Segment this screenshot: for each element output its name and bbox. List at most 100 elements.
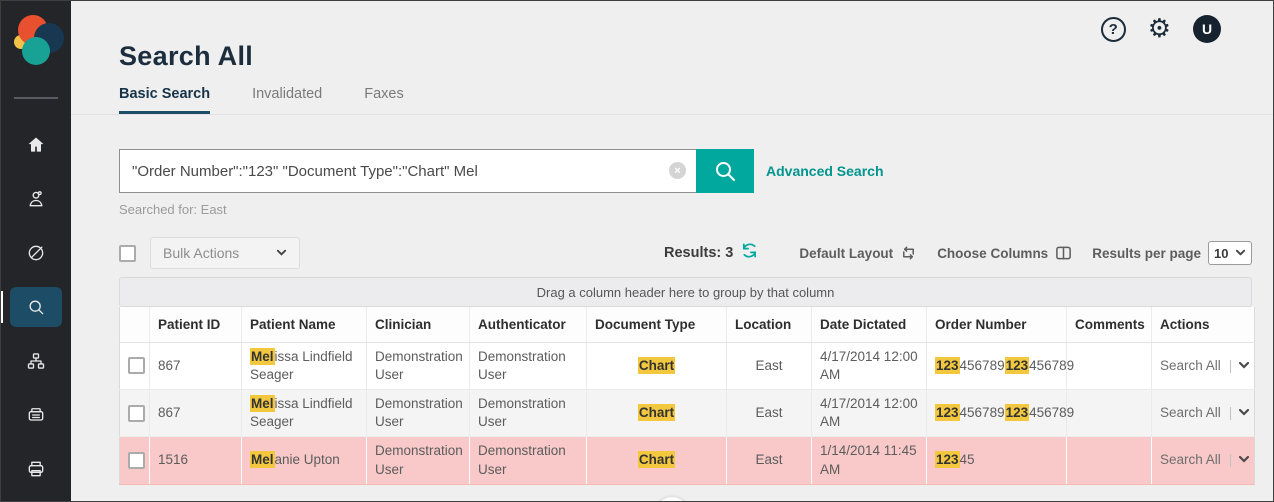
search-row: × Advanced Search [119,149,1252,193]
choose-columns-button[interactable]: Choose Columns [937,245,1072,261]
chevron-down-icon [276,245,287,261]
row-search-all-action[interactable]: Search All [1160,358,1221,373]
sitemap-icon [26,351,46,371]
choose-columns-label: Choose Columns [937,246,1048,261]
searched-for-text: Searched for: East [119,202,1252,217]
tabs: Basic Search Invalidated Faxes [119,86,1273,114]
authenticator-cell: Demonstration User [470,342,587,389]
default-layout-label: Default Layout [799,246,893,261]
actions-divider: | [1229,452,1233,467]
content: × Advanced Search Searched for: East Bul… [71,149,1273,502]
row-checkbox[interactable] [128,405,145,422]
location-cell: East [727,437,812,484]
search-button[interactable] [696,149,754,193]
order-number-cell: 123456789123456789 [927,389,1067,436]
patient-name-cell: Melanie Upton [242,437,367,484]
column-header-order-number[interactable]: Order Number [927,307,1067,342]
column-header-comments[interactable]: Comments [1067,307,1152,342]
sidebar-item-print[interactable] [10,449,62,489]
app-window: ? ⚙ U Search All Basic Search Invalidate… [0,0,1274,502]
table-footer: 1 i legend [119,497,1252,502]
columns-icon [1055,245,1072,261]
table-row: 867Melissa Lindfield SeagerDemonstration… [120,389,1255,436]
date-dictated-cell: 4/17/2014 12:00 AM [812,342,927,389]
default-layout-button[interactable]: Default Layout [799,245,917,261]
row-search-all-action[interactable]: Search All [1160,452,1221,467]
results-count: Results: 3 [664,245,733,261]
row-checkbox[interactable] [128,452,145,469]
refresh-icon[interactable] [741,242,758,264]
logo-circle-teal [22,37,50,65]
results-per-page: Results per page 10 [1092,241,1252,265]
column-header-location[interactable]: Location [727,307,812,342]
column-header-actions[interactable]: Actions [1152,307,1255,342]
home-icon [26,135,46,155]
search-input[interactable] [119,149,696,193]
table-row: 867Melissa Lindfield SeagerDemonstration… [120,342,1255,389]
advanced-search-link[interactable]: Advanced Search [766,163,884,179]
authenticator-cell: Demonstration User [470,437,587,484]
location-cell: East [727,342,812,389]
authenticator-cell: Demonstration User [470,389,587,436]
chevron-down-icon[interactable] [1238,406,1250,418]
clinician-cell: Demonstration User [367,389,470,436]
results-per-page-select[interactable]: 10 [1208,241,1252,265]
column-header-authenticator[interactable]: Authenticator [470,307,587,342]
row-checkbox-cell [120,389,150,436]
search-input-wrap: × [119,149,696,193]
bulk-actions-label: Bulk Actions [163,245,239,261]
sidebar-item-fax[interactable] [10,395,62,435]
sidebar-item-sitemap[interactable] [10,341,62,381]
date-dictated-cell: 4/17/2014 12:00 AM [812,389,927,436]
column-header-clinician[interactable]: Clinician [367,307,470,342]
sidebar-nav [1,125,71,502]
document-type-cell: Chart [587,437,727,484]
app-logo [13,13,65,73]
search-icon [26,297,46,317]
sidebar-item-search[interactable] [10,287,62,327]
group-by-dropzone[interactable]: Drag a column header here to group by th… [119,277,1252,307]
tab-basic-search[interactable]: Basic Search [119,86,210,114]
row-checkbox[interactable] [128,357,145,374]
sidebar-item-clinicians[interactable] [10,179,62,219]
printer-icon [26,459,46,479]
clinician-cell: Demonstration User [367,437,470,484]
order-number-cell: 12345 [927,437,1067,484]
document-type-cell: Chart [587,342,727,389]
chevron-down-icon [1235,246,1246,261]
actions-divider: | [1229,405,1233,420]
clear-icon[interactable]: × [669,162,686,179]
sidebar-item-dashboard[interactable] [10,233,62,273]
layout-reset-icon [900,245,917,261]
column-header-patient-name[interactable]: Patient Name [242,307,367,342]
gear-icon[interactable]: ⚙ [1148,16,1171,42]
column-header-document-type[interactable]: Document Type [587,307,727,342]
comments-cell [1067,342,1152,389]
comments-cell [1067,437,1152,484]
results-per-page-value: 10 [1214,246,1228,261]
chevron-down-icon[interactable] [1238,359,1250,371]
main: Search All Basic Search Invalidated Faxe… [71,1,1273,501]
table-row: 1516Melanie UptonDemonstration UserDemon… [120,437,1255,484]
tab-faxes[interactable]: Faxes [364,86,404,114]
chevron-down-icon[interactable] [1238,453,1250,465]
bulk-actions-select[interactable]: Bulk Actions [150,237,300,269]
patient-id-cell: 1516 [150,437,242,484]
row-search-all-action[interactable]: Search All [1160,405,1221,420]
clinician-cell: Demonstration User [367,342,470,389]
user-avatar[interactable]: U [1193,15,1221,43]
document-type-cell: Chart [587,389,727,436]
select-all-checkbox[interactable] [119,245,136,262]
column-header-date-dictated[interactable]: Date Dictated [812,307,927,342]
search-icon [713,159,737,183]
help-icon[interactable]: ? [1101,17,1126,42]
column-header-patient-id[interactable]: Patient ID [150,307,242,342]
pagination-page-1[interactable]: 1 [656,497,688,502]
tabs-divider [71,114,1273,115]
comments-cell [1067,389,1152,436]
clinician-icon [26,189,46,209]
actions-cell: Search All | [1152,437,1255,484]
sidebar-item-home[interactable] [10,125,62,165]
actions-cell: Search All | [1152,389,1255,436]
tab-invalidated[interactable]: Invalidated [252,86,322,114]
